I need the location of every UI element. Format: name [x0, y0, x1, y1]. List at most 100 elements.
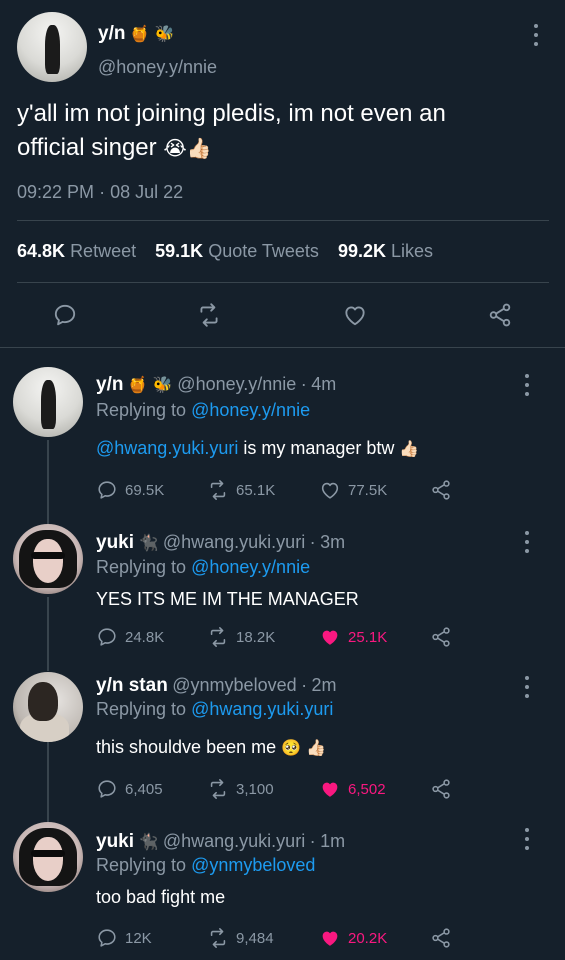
retweet-button[interactable]: 9,484 [207, 927, 274, 949]
replying-prefix: Replying to [96, 400, 187, 420]
tweet-text-line: official singer 😭👍🏻 [17, 131, 446, 165]
like-count: 25.1K [348, 628, 388, 646]
retweet-button[interactable]: 18.2K [207, 626, 275, 648]
retweet-button[interactable]: 65.1K [207, 479, 275, 501]
like-icon[interactable] [342, 302, 368, 328]
reply-text: YES ITS ME IM THE MANAGER [96, 589, 359, 609]
text-emojis: 👍🏻 [399, 439, 420, 458]
quote-count: 59.1K [155, 241, 204, 261]
retweet-icon [207, 778, 229, 800]
retweet-label: Retweet [70, 241, 137, 261]
more-icon[interactable] [524, 828, 530, 850]
reply-button[interactable]: 24.8K [96, 626, 164, 648]
tweet-stats: 64.8K Retweet 59.1K Quote Tweets 99.2K L… [17, 241, 433, 262]
more-icon[interactable] [524, 676, 530, 698]
more-icon[interactable] [524, 531, 530, 553]
like-button[interactable]: 6,502 [319, 778, 386, 800]
retweet-count: 64.8K [17, 241, 66, 261]
retweet-stat[interactable]: 64.8K Retweet [17, 241, 141, 261]
author-name[interactable]: y/n [98, 23, 125, 44]
avatar-face [32, 837, 64, 881]
retweet-count: 18.2K [236, 628, 276, 646]
share-icon [430, 927, 452, 949]
retweet-button[interactable]: 3,100 [207, 778, 274, 800]
tweet-text-line: y'all im not joining pledis, im not even… [17, 100, 446, 127]
reply-icon[interactable] [52, 302, 78, 328]
replying-to-link[interactable]: @honey.y/nnie [191, 400, 310, 420]
separator: · [309, 532, 316, 552]
author-handle[interactable]: @hwang.yuki.yuri [163, 532, 305, 552]
reply-button[interactable]: 69.5K [96, 479, 164, 501]
replying-prefix: Replying to [96, 855, 187, 875]
name-emojis: 🍯 🐝 [129, 24, 175, 43]
like-icon [319, 778, 341, 800]
author-handle[interactable]: @honey.y/nnie [177, 374, 296, 394]
reply-icon [96, 626, 118, 648]
text-emojis: 🥺 👍🏻 [281, 738, 327, 757]
tweet-text-segment: official singer [17, 134, 157, 161]
replying-to-link[interactable]: @hwang.yuki.yuri [191, 699, 333, 719]
more-icon[interactable] [533, 24, 539, 46]
reply-button[interactable]: 6,405 [96, 778, 163, 800]
name-emojis: 🐈‍⬛ [138, 832, 159, 851]
tweet-age[interactable]: 3m [320, 532, 345, 552]
timestamp[interactable]: 09:22 PM · 08 Jul 22 [17, 182, 183, 203]
thread-line [47, 742, 49, 822]
author-handle[interactable]: @hwang.yuki.yuri [163, 831, 305, 851]
reply-text-segment: this shouldve been me [96, 737, 277, 757]
name-emojis: 🍯 🐝 [127, 375, 173, 394]
avatar-face [32, 539, 64, 583]
like-button[interactable]: 77.5K [319, 479, 387, 501]
like-icon [319, 479, 341, 501]
likes-stat[interactable]: 99.2K Likes [338, 241, 433, 261]
avatar[interactable] [13, 367, 83, 437]
avatar[interactable] [17, 12, 87, 82]
retweet-count: 9,484 [236, 929, 274, 947]
replying-to: Replying to @honey.y/nnie [96, 557, 310, 578]
replying-to: Replying to @honey.y/nnie [96, 400, 310, 421]
author-line: y/n 🍯 🐝 [98, 23, 175, 45]
replying-to-link[interactable]: @ynmybeloved [191, 855, 315, 875]
like-button[interactable]: 25.1K [319, 626, 387, 648]
avatar[interactable] [13, 524, 83, 594]
share-button[interactable] [430, 927, 452, 949]
separator: · [300, 374, 307, 394]
like-count: 77.5K [348, 481, 388, 499]
retweet-icon[interactable] [196, 302, 222, 328]
share-button[interactable] [430, 778, 452, 800]
author-name[interactable]: y/n [96, 374, 123, 395]
share-button[interactable] [430, 626, 452, 648]
tweet-age[interactable]: 1m [320, 831, 345, 851]
author-name[interactable]: yuki [96, 532, 134, 553]
mention-link[interactable]: @hwang.yuki.yuri [96, 438, 238, 458]
likes-label: Likes [391, 241, 434, 261]
reply-icon [96, 927, 118, 949]
share-icon[interactable] [487, 302, 513, 328]
avatar[interactable] [13, 672, 83, 742]
thread-line [47, 440, 49, 526]
reply-button[interactable]: 12K [96, 927, 152, 949]
author-name[interactable]: yuki [96, 831, 134, 852]
like-button[interactable]: 20.2K [319, 927, 387, 949]
like-count: 6,502 [348, 780, 386, 798]
like-icon [319, 927, 341, 949]
separator: · [99, 182, 106, 202]
replying-to: Replying to @hwang.yuki.yuri [96, 699, 333, 720]
quote-stat[interactable]: 59.1K Quote Tweets [155, 241, 324, 261]
avatar[interactable] [13, 822, 83, 892]
replying-prefix: Replying to [96, 557, 187, 577]
author-handle[interactable]: @honey.y/nnie [98, 57, 217, 78]
reply-text-segment: is my manager btw [238, 438, 395, 458]
more-icon[interactable] [524, 374, 530, 396]
author-name[interactable]: y/n stan [96, 675, 168, 696]
share-button[interactable] [430, 479, 452, 501]
replying-to-link[interactable]: @honey.y/nnie [191, 557, 310, 577]
share-icon [430, 479, 452, 501]
tweet-age[interactable]: 2m [312, 675, 337, 695]
reply-text: @hwang.yuki.yuri is my manager btw 👍🏻 [96, 438, 419, 459]
tweet-age[interactable]: 4m [311, 374, 336, 394]
time: 09:22 PM [17, 182, 95, 202]
author-handle[interactable]: @ynmybeloved [172, 675, 296, 695]
reply-text: this shouldve been me 🥺 👍🏻 [96, 737, 326, 758]
date: 08 Jul 22 [110, 182, 184, 202]
